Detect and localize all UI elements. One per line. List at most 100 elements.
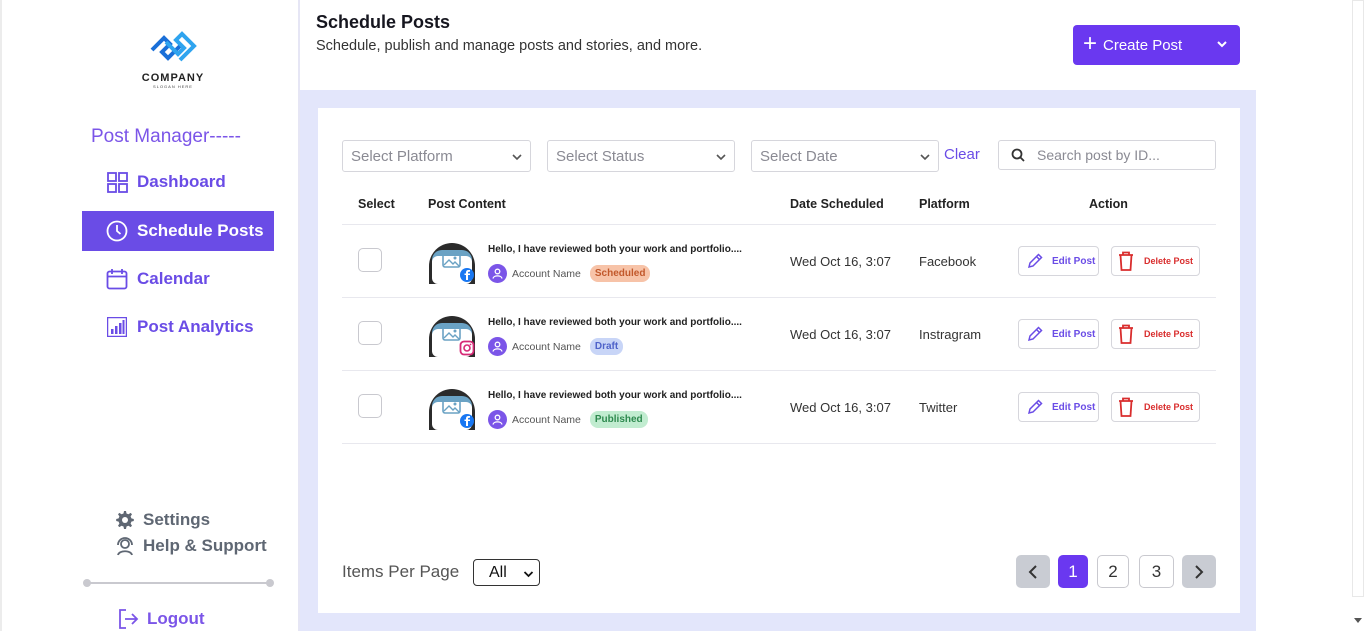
search-box bbox=[998, 140, 1216, 170]
page-button-1[interactable]: 1 bbox=[1058, 555, 1088, 588]
headset-icon bbox=[114, 535, 136, 557]
edit-post-label: Edit Post bbox=[1052, 255, 1096, 267]
sidebar-item-label: Post Analytics bbox=[137, 317, 254, 336]
date-select[interactable]: Select Date bbox=[751, 140, 939, 172]
platform-name: Instragram bbox=[919, 327, 982, 342]
sidebar-item-calendar[interactable]: Calendar bbox=[82, 259, 274, 299]
sidebar-item-post-analytics[interactable]: Post Analytics bbox=[82, 307, 274, 347]
create-post-label: Create Post bbox=[1103, 36, 1183, 54]
row-checkbox[interactable] bbox=[358, 394, 382, 418]
status-badge: Scheduled bbox=[589, 265, 651, 282]
avatar-icon bbox=[488, 264, 507, 283]
platform-select[interactable]: Select Platform bbox=[342, 140, 531, 172]
edit-post-button[interactable]: Edit Post bbox=[1018, 319, 1099, 349]
table-divider bbox=[342, 443, 1216, 444]
account-info: Account Name Draft bbox=[488, 337, 624, 356]
status-badge: Published bbox=[589, 411, 648, 428]
scrollbar-thumb[interactable] bbox=[1352, 0, 1364, 597]
row-checkbox[interactable] bbox=[358, 321, 382, 345]
delete-post-button[interactable]: Delete Post bbox=[1111, 392, 1200, 422]
trash-icon bbox=[1119, 324, 1133, 344]
account-info: Account Name Published bbox=[488, 410, 648, 429]
sidebar-item-dashboard[interactable]: Dashboard bbox=[82, 162, 274, 202]
column-header-platform: Platform bbox=[919, 197, 970, 211]
account-name: Account Name bbox=[512, 340, 581, 353]
date-select-value: Select Date bbox=[760, 147, 838, 165]
clear-filters-link[interactable]: Clear bbox=[944, 146, 980, 163]
chevron-right-icon bbox=[1195, 564, 1204, 579]
row-checkbox[interactable] bbox=[358, 248, 382, 272]
table-row: Hello, I have reviewed both your work an… bbox=[342, 370, 1216, 443]
edit-post-label: Edit Post bbox=[1052, 401, 1096, 413]
logout-link[interactable]: Logout bbox=[117, 608, 205, 630]
sidebar-item-schedule-posts[interactable]: Schedule Posts bbox=[82, 211, 274, 251]
app-window: COMPANY SLOGAN HERE Post Manager----- Da… bbox=[0, 0, 1366, 631]
delete-post-label: Delete Post bbox=[1144, 256, 1194, 266]
create-post-button[interactable]: + Create Post bbox=[1073, 25, 1240, 65]
date-scheduled: Wed Oct 16, 3:07 bbox=[790, 254, 891, 269]
divider-dot-right bbox=[266, 579, 274, 587]
settings-link[interactable]: Settings bbox=[114, 509, 210, 531]
logo-mark-icon bbox=[150, 31, 197, 62]
page-button-3[interactable]: 3 bbox=[1139, 555, 1174, 588]
pencil-icon bbox=[1027, 399, 1043, 415]
items-per-page-select[interactable]: All bbox=[473, 559, 540, 586]
status-select[interactable]: Select Status bbox=[547, 140, 735, 172]
date-scheduled: Wed Oct 16, 3:07 bbox=[790, 400, 891, 415]
date-scheduled: Wed Oct 16, 3:07 bbox=[790, 327, 891, 342]
chevron-left-icon bbox=[1028, 564, 1037, 579]
logout-icon bbox=[117, 608, 139, 630]
help-support-link[interactable]: Help & Support bbox=[114, 535, 267, 557]
account-name: Account Name bbox=[512, 413, 581, 426]
edit-post-button[interactable]: Edit Post bbox=[1018, 246, 1099, 276]
column-header-action: Action bbox=[1089, 197, 1128, 211]
edit-post-label: Edit Post bbox=[1052, 328, 1096, 340]
chart-icon bbox=[106, 316, 128, 338]
delete-post-button[interactable]: Delete Post bbox=[1111, 319, 1200, 349]
avatar-icon bbox=[488, 337, 507, 356]
platform-name: Facebook bbox=[919, 254, 977, 269]
chevron-down-icon bbox=[523, 571, 534, 578]
divider-dot-left bbox=[83, 579, 91, 587]
chevron-down-icon[interactable] bbox=[1216, 38, 1228, 50]
page-subtitle: Schedule, publish and manage posts and s… bbox=[316, 38, 703, 54]
company-name: COMPANY bbox=[141, 72, 205, 84]
clock-icon bbox=[106, 220, 128, 242]
chevron-down-icon bbox=[716, 154, 726, 161]
sidebar-item-label: Schedule Posts bbox=[137, 221, 264, 240]
help-support-label: Help & Support bbox=[143, 536, 267, 555]
logout-label: Logout bbox=[147, 609, 205, 628]
search-input[interactable] bbox=[1037, 147, 1207, 163]
sidebar-item-label: Calendar bbox=[137, 269, 210, 288]
post-thumbnail bbox=[429, 316, 475, 357]
items-per-page-label: Items Per Page bbox=[342, 562, 460, 581]
page-button-2[interactable]: 2 bbox=[1097, 555, 1129, 588]
post-thumbnail bbox=[429, 243, 475, 284]
sidebar-section-title: Post Manager----- bbox=[91, 126, 241, 147]
edit-post-button[interactable]: Edit Post bbox=[1018, 392, 1099, 422]
delete-post-button[interactable]: Delete Post bbox=[1111, 246, 1200, 276]
pencil-icon bbox=[1027, 253, 1043, 269]
sidebar-item-label: Dashboard bbox=[137, 172, 226, 191]
table-row: Hello, I have reviewed both your work an… bbox=[342, 297, 1216, 370]
column-header-post-content: Post Content bbox=[428, 197, 506, 211]
settings-label: Settings bbox=[143, 510, 211, 529]
calendar-icon bbox=[106, 268, 128, 290]
gear-icon bbox=[114, 509, 136, 531]
post-content-text: Hello, I have reviewed both your work an… bbox=[488, 317, 742, 328]
sidebar-divider bbox=[84, 582, 272, 584]
status-badge: Draft bbox=[589, 338, 624, 355]
post-thumbnail bbox=[429, 389, 475, 430]
previous-page-button[interactable] bbox=[1016, 555, 1050, 588]
chevron-down-icon bbox=[920, 154, 930, 161]
account-name: Account Name bbox=[512, 267, 581, 280]
platform-select-value: Select Platform bbox=[351, 147, 453, 165]
next-page-button[interactable] bbox=[1182, 555, 1216, 588]
company-logo: COMPANY SLOGAN HERE bbox=[138, 30, 208, 89]
company-slogan: SLOGAN HERE bbox=[153, 84, 193, 89]
scroll-down-arrow-icon[interactable] bbox=[1354, 618, 1362, 624]
column-header-select: Select bbox=[358, 197, 395, 211]
trash-icon bbox=[1119, 397, 1133, 417]
status-select-value: Select Status bbox=[556, 147, 645, 165]
items-per-page-value: All bbox=[489, 563, 507, 581]
